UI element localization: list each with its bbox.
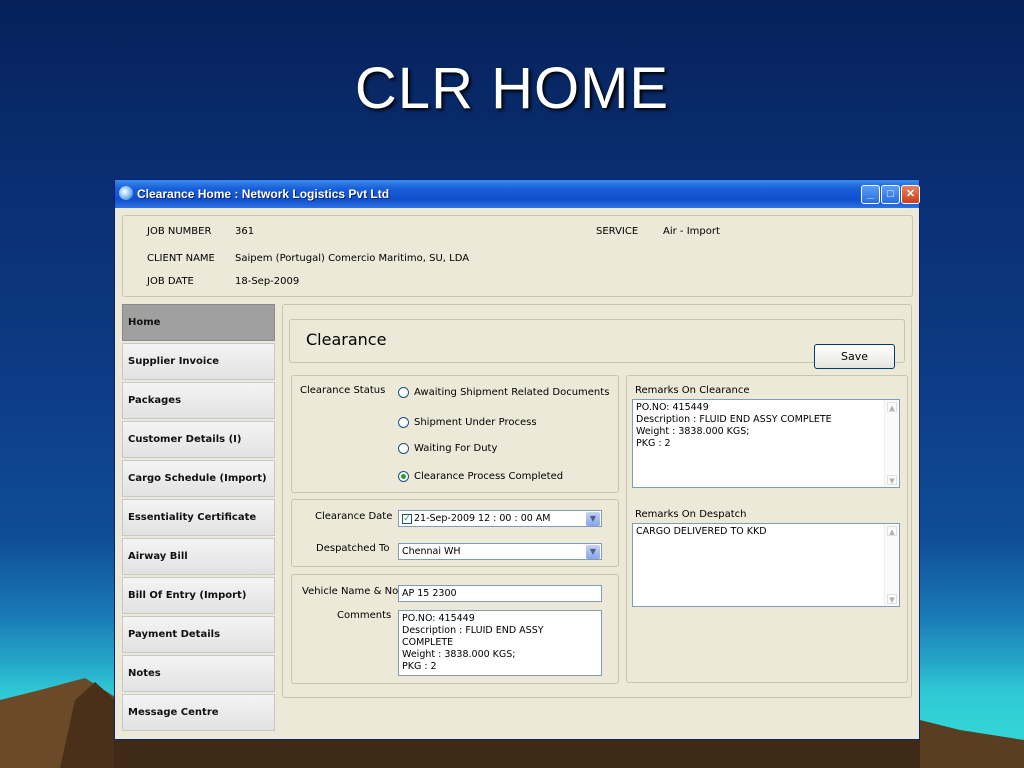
clearance-date-value: 21-Sep-2009 12 : 00 : 00 AM bbox=[414, 513, 551, 524]
status-radio-completed[interactable] bbox=[398, 471, 409, 482]
sidebar-nav: Home Supplier Invoice Packages Customer … bbox=[122, 304, 276, 736]
sidebar-item-bill-of-entry[interactable]: Bill Of Entry (Import) bbox=[122, 577, 275, 614]
remarks-despatch-text: CARGO DELIVERED TO KKD bbox=[636, 526, 767, 537]
vehicle-label: Vehicle Name & No bbox=[302, 586, 399, 597]
scroll-down-icon[interactable]: ▼ bbox=[887, 594, 897, 604]
window-title: Clearance Home : Network Logistics Pvt L… bbox=[137, 187, 390, 201]
remarks-despatch-label: Remarks On Despatch bbox=[635, 509, 747, 520]
status-option-waiting-duty: Waiting For Duty bbox=[414, 443, 498, 454]
clearance-status-group: Clearance Status Awaiting Shipment Relat… bbox=[291, 375, 619, 493]
app-window: Clearance Home : Network Logistics Pvt L… bbox=[114, 179, 920, 740]
clearance-date-picker[interactable]: ✓ 21-Sep-2009 12 : 00 : 00 AM ▼ bbox=[398, 510, 602, 527]
comments-textarea[interactable]: PO.NO: 415449 Description : FLUID END AS… bbox=[398, 610, 602, 676]
minimize-button[interactable]: _ bbox=[861, 185, 880, 204]
comments-label: Comments bbox=[337, 610, 392, 621]
sidebar-item-payment-details[interactable]: Payment Details bbox=[122, 616, 275, 653]
job-date-label: JOB DATE bbox=[147, 276, 194, 287]
sidebar-item-airway-bill[interactable]: Airway Bill bbox=[122, 538, 275, 575]
title-bar: Clearance Home : Network Logistics Pvt L… bbox=[115, 180, 920, 208]
clearance-status-label: Clearance Status bbox=[300, 385, 386, 396]
vehicle-comments-group: Vehicle Name & No AP 15 2300 Comments PO… bbox=[291, 574, 619, 684]
sidebar-item-customer-details[interactable]: Customer Details (I) bbox=[122, 421, 275, 458]
sidebar-item-supplier-invoice[interactable]: Supplier Invoice bbox=[122, 343, 275, 380]
maximize-button[interactable]: □ bbox=[881, 185, 900, 204]
sidebar-item-notes[interactable]: Notes bbox=[122, 655, 275, 692]
scroll-up-icon[interactable]: ▲ bbox=[887, 526, 897, 536]
scrollbar[interactable]: ▲ ▼ bbox=[884, 400, 899, 487]
remarks-despatch-textarea[interactable]: CARGO DELIVERED TO KKD ▲ ▼ bbox=[632, 523, 900, 607]
sidebar-item-message-centre[interactable]: Message Centre bbox=[122, 694, 275, 731]
status-option-completed: Clearance Process Completed bbox=[414, 471, 564, 482]
job-header-panel: JOB NUMBER 361 SERVICE Air - Import CLIE… bbox=[122, 215, 913, 297]
sidebar-item-home[interactable]: Home bbox=[122, 304, 275, 341]
sidebar-item-packages[interactable]: Packages bbox=[122, 382, 275, 419]
status-radio-under-process[interactable] bbox=[398, 417, 409, 428]
job-date-value: 18-Sep-2009 bbox=[235, 276, 300, 287]
status-radio-awaiting[interactable] bbox=[398, 387, 409, 398]
client-name-label: CLIENT NAME bbox=[147, 253, 215, 264]
despatched-to-value: Chennai WH bbox=[402, 546, 461, 557]
despatched-to-select[interactable]: Chennai WH ▼ bbox=[398, 543, 602, 560]
chevron-down-icon[interactable]: ▼ bbox=[586, 512, 600, 526]
page-title: Clearance bbox=[306, 330, 387, 349]
job-number-label: JOB NUMBER bbox=[147, 226, 212, 237]
scroll-up-icon[interactable]: ▲ bbox=[887, 402, 897, 412]
slide-title: CLR HOME bbox=[354, 56, 670, 121]
job-number-value: 361 bbox=[235, 226, 255, 237]
close-button[interactable]: ✕ bbox=[901, 185, 920, 204]
app-globe-icon bbox=[119, 186, 133, 200]
remarks-clearance-textarea[interactable]: PO.NO: 415449 Description : FLUID END AS… bbox=[632, 399, 900, 488]
date-despatch-group: Clearance Date ✓ 21-Sep-2009 12 : 00 : 0… bbox=[291, 499, 619, 567]
sidebar-item-essentiality-certificate[interactable]: Essentiality Certificate bbox=[122, 499, 275, 536]
status-radio-waiting-duty[interactable] bbox=[398, 443, 409, 454]
despatched-to-label: Despatched To bbox=[316, 543, 390, 554]
scrollbar[interactable]: ▲ ▼ bbox=[884, 524, 899, 606]
remarks-group: Remarks On Clearance PO.NO: 415449 Descr… bbox=[626, 375, 908, 683]
date-checkbox-icon[interactable]: ✓ bbox=[402, 514, 412, 524]
save-button[interactable]: Save bbox=[814, 344, 895, 369]
vehicle-input[interactable]: AP 15 2300 bbox=[398, 585, 602, 602]
service-label: SERVICE bbox=[596, 226, 639, 237]
heading-group: Clearance Save bbox=[289, 319, 905, 369]
remarks-clearance-text: PO.NO: 415449 Description : FLUID END AS… bbox=[636, 402, 832, 449]
status-option-under-process: Shipment Under Process bbox=[414, 417, 537, 428]
sidebar-item-cargo-schedule[interactable]: Cargo Schedule (Import) bbox=[122, 460, 275, 497]
clearance-date-label: Clearance Date bbox=[315, 511, 393, 522]
clearance-panel: Clearance Save Clearance Status Awaiting… bbox=[282, 304, 912, 698]
remarks-clearance-label: Remarks On Clearance bbox=[635, 385, 750, 396]
service-value: Air - Import bbox=[663, 226, 720, 237]
scroll-down-icon[interactable]: ▼ bbox=[887, 475, 897, 485]
status-option-awaiting: Awaiting Shipment Related Documents bbox=[414, 387, 610, 398]
chevron-down-icon[interactable]: ▼ bbox=[586, 545, 600, 559]
client-name-value: Saipem (Portugal) Comercio Maritimo, SU,… bbox=[235, 253, 470, 264]
